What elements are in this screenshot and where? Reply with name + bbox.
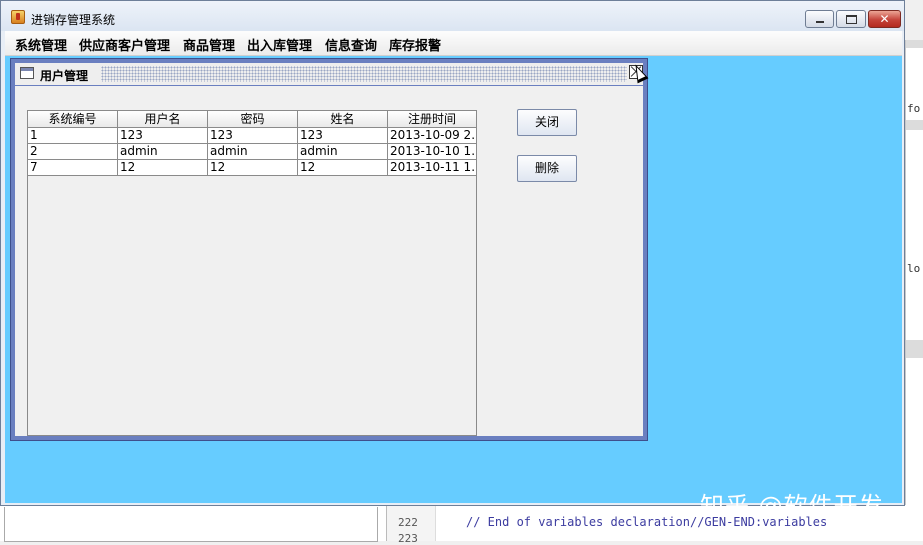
user-management-frame: 用户管理 系统编号 用户名 密码 姓名 注册时间 1 123 123 123 2…	[10, 58, 648, 441]
ide-left-pane	[4, 507, 378, 542]
frame-content: 系统编号 用户名 密码 姓名 注册时间 1 123 123 123 2013-1…	[15, 86, 643, 436]
table-row[interactable]: 2 admin admin admin 2013-10-10 1...	[28, 144, 477, 160]
delete-button[interactable]: 删除	[517, 155, 577, 182]
close-window-button[interactable]: ✕	[868, 10, 901, 28]
menu-supplier-customer[interactable]: 供应商客户管理	[79, 35, 170, 54]
frame-window-icon	[20, 67, 34, 79]
frame-title: 用户管理	[40, 69, 89, 83]
column-header-name[interactable]: 姓名	[298, 111, 388, 128]
menu-product-management[interactable]: 商品管理	[183, 35, 235, 54]
window-title: 进销存管理系统	[31, 13, 116, 27]
title-bar[interactable]: 进销存管理系统 ✕	[1, 1, 904, 31]
table-cell[interactable]: 12	[208, 160, 298, 176]
column-header-username[interactable]: 用户名	[118, 111, 208, 128]
minimize-button[interactable]	[805, 10, 834, 28]
table-cell[interactable]: 7	[28, 160, 118, 176]
main-window: 进销存管理系统 ✕ 系统管理 供应商客户管理 商品管理 出入库管理 信息查询 库…	[0, 0, 905, 506]
table-cell[interactable]: 2013-10-09 2...	[388, 128, 477, 144]
menu-info-query[interactable]: 信息查询	[325, 35, 377, 54]
column-header-password[interactable]: 密码	[208, 111, 298, 128]
table-cell[interactable]: 2	[28, 144, 118, 160]
java-app-icon	[11, 10, 25, 24]
menu-stock-in-out[interactable]: 出入库管理	[247, 35, 312, 54]
ide-code-fragment: fo	[907, 102, 921, 115]
menu-system-management[interactable]: 系统管理	[15, 35, 67, 54]
column-header-register-time[interactable]: 注册时间	[388, 111, 477, 128]
table-cell[interactable]: admin	[118, 144, 208, 160]
close-button[interactable]: 关闭	[517, 109, 577, 136]
table-row[interactable]: 7 12 12 12 2013-10-11 1...	[28, 160, 477, 176]
line-number: 222	[398, 516, 418, 529]
menu-stock-alarm[interactable]: 库存报警	[389, 35, 441, 54]
table-cell[interactable]: 123	[118, 128, 208, 144]
column-header-id[interactable]: 系统编号	[28, 111, 118, 128]
table-cell[interactable]: 1	[28, 128, 118, 144]
maximize-button[interactable]	[836, 10, 866, 28]
user-table[interactable]: 系统编号 用户名 密码 姓名 注册时间 1 123 123 123 2013-1…	[27, 110, 477, 436]
menu-bar: 系统管理 供应商客户管理 商品管理 出入库管理 信息查询 库存报警	[5, 31, 902, 56]
watermark: 知乎 @软件开发	[700, 492, 884, 520]
table-cell[interactable]: 123	[208, 128, 298, 144]
ide-code-fragment: lo	[907, 262, 921, 275]
table-cell[interactable]: 123	[298, 128, 388, 144]
table-cell[interactable]: 12	[298, 160, 388, 176]
table-cell[interactable]: 12	[118, 160, 208, 176]
table-header: 系统编号 用户名 密码 姓名 注册时间	[28, 111, 477, 128]
frame-title-bar[interactable]: 用户管理	[15, 63, 643, 85]
table-cell[interactable]: admin	[298, 144, 388, 160]
close-icon: ✕	[879, 12, 890, 26]
table-cell[interactable]: admin	[208, 144, 298, 160]
line-number: 223	[398, 532, 418, 545]
table-cell[interactable]: 2013-10-10 1...	[388, 144, 477, 160]
table-row[interactable]: 1 123 123 123 2013-10-09 2...	[28, 128, 477, 144]
ide-right-pane	[905, 40, 923, 541]
table-cell[interactable]: 2013-10-11 1...	[388, 160, 477, 176]
